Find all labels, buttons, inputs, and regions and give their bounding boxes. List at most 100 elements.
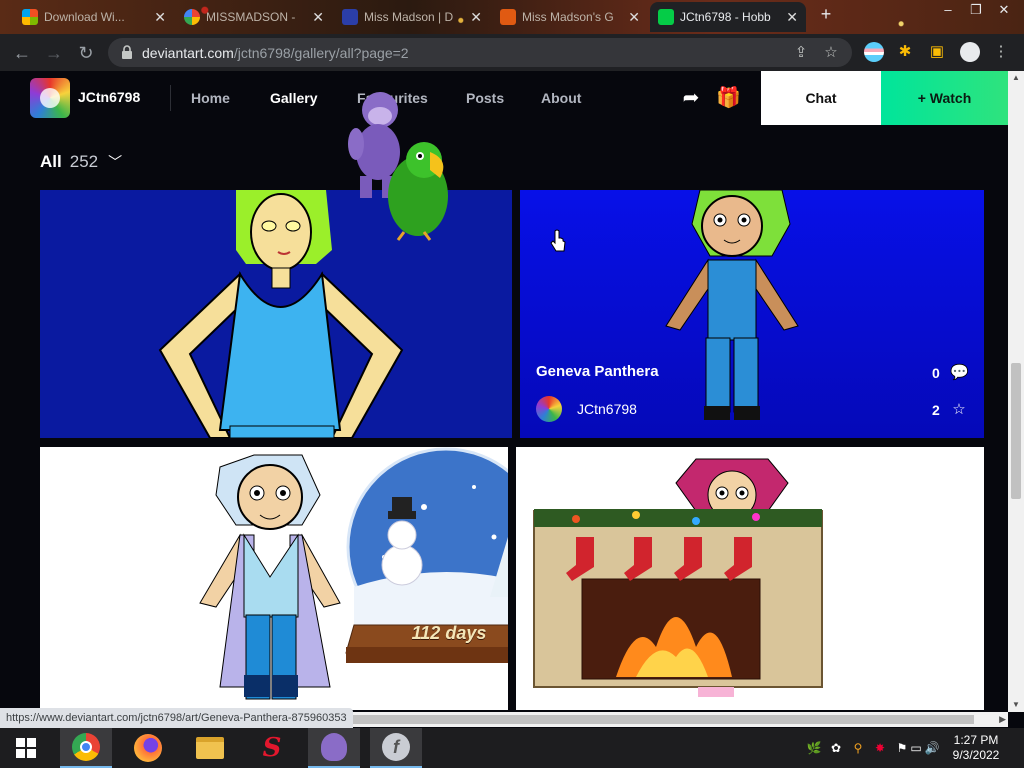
- start-button[interactable]: [0, 728, 52, 768]
- comment-icon[interactable]: 💬: [950, 364, 969, 382]
- chevron-down-icon: ﹀: [108, 154, 123, 170]
- tab-google[interactable]: MISSMADSON - ✕: [176, 2, 332, 32]
- parrot-image: [388, 142, 448, 241]
- flag-extension-icon[interactable]: [864, 42, 884, 62]
- gallery-tile[interactable]: [516, 447, 984, 710]
- gallery-tile[interactable]: 112 days: [40, 447, 508, 710]
- close-icon[interactable]: ✕: [786, 9, 798, 26]
- gallery-tile-geneva-panthera[interactable]: Geneva Panthera JCtn6798 0 💬 2 ☆: [520, 190, 984, 438]
- artwork-image: [533, 458, 823, 697]
- close-icon[interactable]: ✕: [470, 9, 482, 26]
- s-app-icon: S: [262, 733, 282, 763]
- site-icon: [342, 9, 358, 25]
- google-icon: [184, 9, 200, 25]
- share-icon[interactable]: ➦: [680, 87, 702, 109]
- gallery-count: 252: [69, 152, 99, 171]
- deviantart-icon: [658, 9, 674, 25]
- tray-app-icon[interactable]: ✿: [828, 740, 844, 756]
- forward-icon[interactable]: →: [42, 41, 66, 65]
- side-panel-icon[interactable]: ▣: [928, 43, 946, 61]
- username[interactable]: JCtn6798: [78, 89, 140, 105]
- artwork-title[interactable]: Geneva Panthera: [536, 363, 659, 380]
- restore-icon[interactable]: ❐: [962, 0, 990, 22]
- close-icon[interactable]: ✕: [312, 9, 324, 26]
- avatar[interactable]: [30, 78, 70, 118]
- nav-home[interactable]: Home: [191, 90, 230, 106]
- share-icon[interactable]: ⇪: [792, 44, 810, 62]
- extensions-icon[interactable]: ✱: [896, 43, 914, 61]
- favourite-count: 2: [932, 402, 940, 418]
- url-path: /jctn6798/gallery/all?page=2: [233, 45, 409, 61]
- network-icon[interactable]: ▭: [908, 740, 924, 756]
- nav-about[interactable]: About: [541, 90, 581, 106]
- chat-button[interactable]: Chat: [761, 71, 881, 125]
- chrome-icon: [72, 733, 100, 761]
- scroll-right-icon[interactable]: ▶: [999, 712, 1006, 727]
- browser-tab-strip: Download Wi... ✕ MISSMADSON - ✕ Miss Mad…: [0, 0, 1024, 34]
- flash-icon: f: [382, 733, 410, 761]
- clock-date: 9/3/2022: [952, 748, 1000, 762]
- tab-title: Download Wi...: [44, 10, 125, 24]
- new-tab-icon[interactable]: +: [812, 4, 840, 26]
- back-icon[interactable]: ←: [10, 41, 34, 65]
- profile-icon[interactable]: [960, 42, 980, 62]
- scroll-thumb[interactable]: [1011, 363, 1021, 499]
- close-window-icon[interactable]: ✕: [990, 0, 1018, 22]
- menu-kebab-icon[interactable]: ⋮: [992, 43, 1010, 61]
- taskbar-chrome[interactable]: [60, 728, 112, 768]
- watch-button[interactable]: + Watch: [881, 71, 1008, 125]
- taskbar-firefox[interactable]: [122, 728, 174, 768]
- nav-gallery[interactable]: Gallery: [270, 90, 317, 106]
- scroll-down-icon[interactable]: ▼: [1008, 698, 1024, 712]
- vertical-scrollbar[interactable]: ▲ ▼: [1008, 71, 1024, 712]
- address-bar[interactable]: deviantart.com/jctn6798/gallery/all?page…: [108, 38, 852, 67]
- taskbar: S f 🌿 ✿ ⚲ ✸ ⚑ ▭ 🔊 1:27 PM 9/3/2022: [0, 728, 1024, 768]
- hand-cursor-icon: [550, 229, 566, 252]
- dg-icon: [500, 9, 516, 25]
- status-bar-url: https://www.deviantart.com/jctn6798/art/…: [0, 708, 353, 728]
- url-host: deviantart.com: [142, 45, 234, 61]
- tab-title: MISSMADSON -: [206, 10, 296, 24]
- clock-time: 1:27 PM: [953, 733, 999, 747]
- tray-app-icon[interactable]: ✸: [872, 740, 888, 756]
- site-header: JCtn6798 Home Gallery Favourites Posts A…: [0, 71, 1008, 125]
- comment-count: 0: [932, 365, 940, 381]
- tab-miss-madson[interactable]: Miss Madson | D ✕: [334, 2, 490, 32]
- tab-deviantart[interactable]: JCtn6798 - Hobb ✕: [650, 2, 806, 32]
- system-clock[interactable]: 1:27 PM 9/3/2022: [940, 733, 1012, 763]
- firefox-icon: [134, 734, 162, 762]
- taskbar-explorer[interactable]: [184, 728, 236, 768]
- url-text: deviantart.com/jctn6798/gallery/all?page…: [142, 45, 409, 61]
- lock-icon: [122, 45, 132, 59]
- tab-miss-madson-g[interactable]: Miss Madson's G ✕: [492, 2, 648, 32]
- nav-posts[interactable]: Posts: [466, 90, 504, 106]
- volume-icon[interactable]: 🔊: [924, 740, 940, 756]
- minimize-icon[interactable]: –: [934, 0, 962, 22]
- search-tray-icon[interactable]: ⚲: [850, 740, 866, 756]
- tab-download-windows[interactable]: Download Wi... ✕: [14, 2, 174, 32]
- windows-icon: [16, 738, 36, 758]
- avatar[interactable]: [536, 396, 562, 422]
- tab-title: Miss Madson | D: [364, 10, 454, 24]
- taskbar-app-s[interactable]: S: [246, 728, 298, 768]
- bonzi-icon: [321, 733, 347, 761]
- tab-title: JCtn6798 - Hobb: [680, 10, 771, 24]
- artwork-author[interactable]: JCtn6798: [577, 401, 637, 417]
- divider: [170, 85, 171, 111]
- taskbar-bonzi[interactable]: [308, 728, 360, 768]
- tray-app-icon[interactable]: 🌿: [806, 740, 822, 756]
- countdown-text: 112 days: [411, 623, 487, 643]
- close-icon[interactable]: ✕: [154, 9, 166, 26]
- tab-title: Miss Madson's G: [522, 10, 614, 24]
- filter-label: All: [40, 152, 62, 171]
- star-icon[interactable]: ☆: [950, 401, 968, 419]
- close-icon[interactable]: ✕: [628, 9, 640, 26]
- gift-icon[interactable]: 🎁: [716, 87, 741, 109]
- gallery-filter[interactable]: All 252 ﹀: [40, 152, 122, 172]
- bookmark-star-icon[interactable]: ☆: [822, 44, 840, 62]
- scroll-up-icon[interactable]: ▲: [1008, 71, 1024, 85]
- folder-icon: [196, 737, 224, 759]
- taskbar-flash[interactable]: f: [370, 728, 422, 768]
- reload-icon[interactable]: ↻: [74, 41, 98, 65]
- browser-toolbar: ← → ↻ deviantart.com/jctn6798/gallery/al…: [0, 34, 1024, 71]
